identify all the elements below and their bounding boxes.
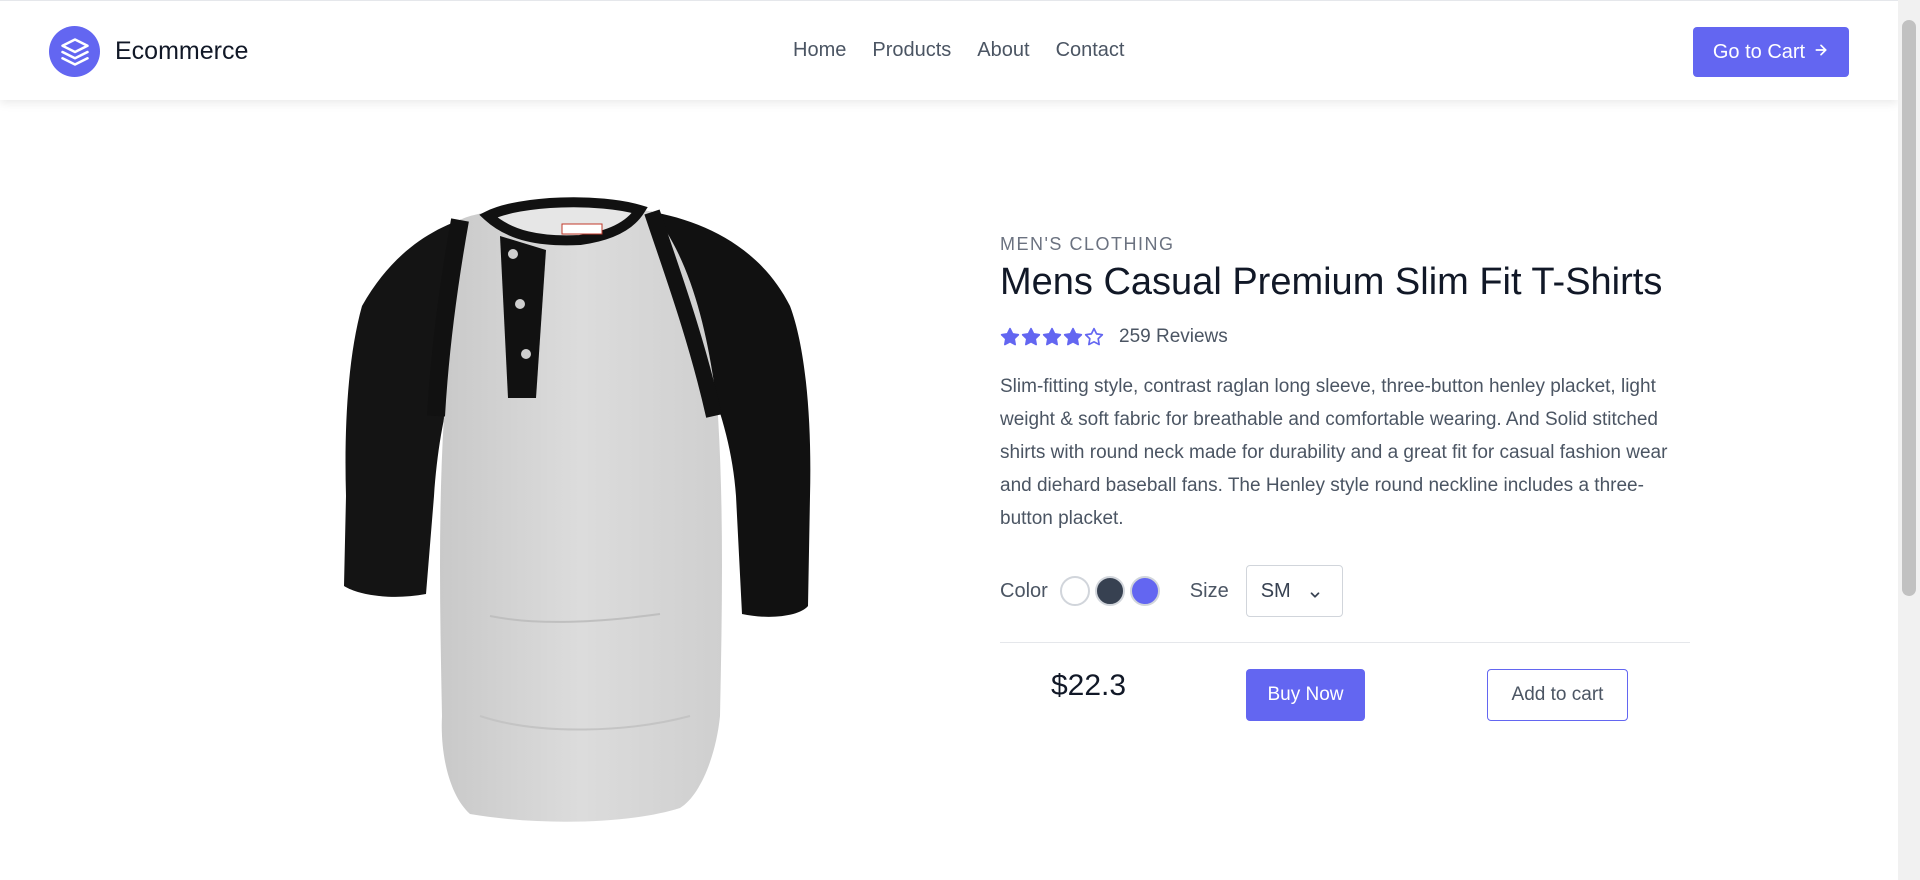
arrow-right-icon	[1813, 41, 1829, 64]
go-to-cart-button[interactable]: Go to Cart	[1693, 27, 1849, 77]
nav-about[interactable]: About	[977, 39, 1029, 62]
product-details: MEN'S CLOTHING Mens Casual Premium Slim …	[1000, 234, 1690, 723]
layers-icon	[49, 26, 100, 77]
buy-now-button[interactable]: Buy Now	[1246, 669, 1365, 721]
product-price: $22.3	[1051, 669, 1127, 702]
color-swatches	[1059, 576, 1160, 606]
product-category: MEN'S CLOTHING	[1000, 234, 1175, 254]
size-label: Size	[1189, 579, 1229, 602]
color-swatch[interactable]	[1059, 576, 1090, 606]
product-options: Color Size SM	[1000, 565, 1690, 617]
nav-contact[interactable]: Contact	[1056, 39, 1125, 62]
product-description: Slim-fitting style, contrast raglan long…	[1000, 376, 1668, 529]
brand-name: Ecommerce	[115, 37, 249, 65]
main-nav: Home Products About Contact	[793, 39, 1125, 62]
reviews-count: 259 Reviews	[1119, 326, 1228, 347]
price-row: $22.3 Buy Now Add to cart	[1000, 643, 1690, 723]
star-rating	[1000, 327, 1104, 347]
star-filled-icon	[1042, 327, 1062, 346]
star-filled-icon	[1021, 327, 1041, 346]
brand-link[interactable]: Ecommerce	[49, 26, 248, 77]
size-select[interactable]: SM	[1245, 565, 1343, 617]
go-to-cart-label: Go to Cart	[1712, 40, 1806, 63]
nav-products[interactable]: Products	[872, 39, 951, 62]
star-filled-icon	[1063, 327, 1083, 346]
add-to-cart-button[interactable]: Add to cart	[1487, 669, 1628, 721]
site-header: Ecommerce Home Products About Contact Go…	[0, 0, 1898, 100]
scrollbar-thumb[interactable]	[1902, 20, 1916, 596]
product-image	[340, 196, 820, 826]
size-selected-value: SM	[1260, 579, 1291, 602]
star-filled-icon	[1000, 327, 1020, 346]
chevron-down-icon	[1308, 585, 1322, 608]
color-swatch[interactable]	[1129, 576, 1160, 606]
product-title: Mens Casual Premium Slim Fit T-Shirts	[1000, 261, 1663, 303]
color-label: Color	[1000, 579, 1048, 602]
color-swatch[interactable]	[1094, 576, 1125, 606]
page-scrollbar[interactable]	[1898, 0, 1920, 880]
star-empty-icon	[1084, 327, 1104, 346]
rating-row: 259 Reviews	[1000, 326, 1690, 348]
nav-home[interactable]: Home	[793, 39, 846, 62]
